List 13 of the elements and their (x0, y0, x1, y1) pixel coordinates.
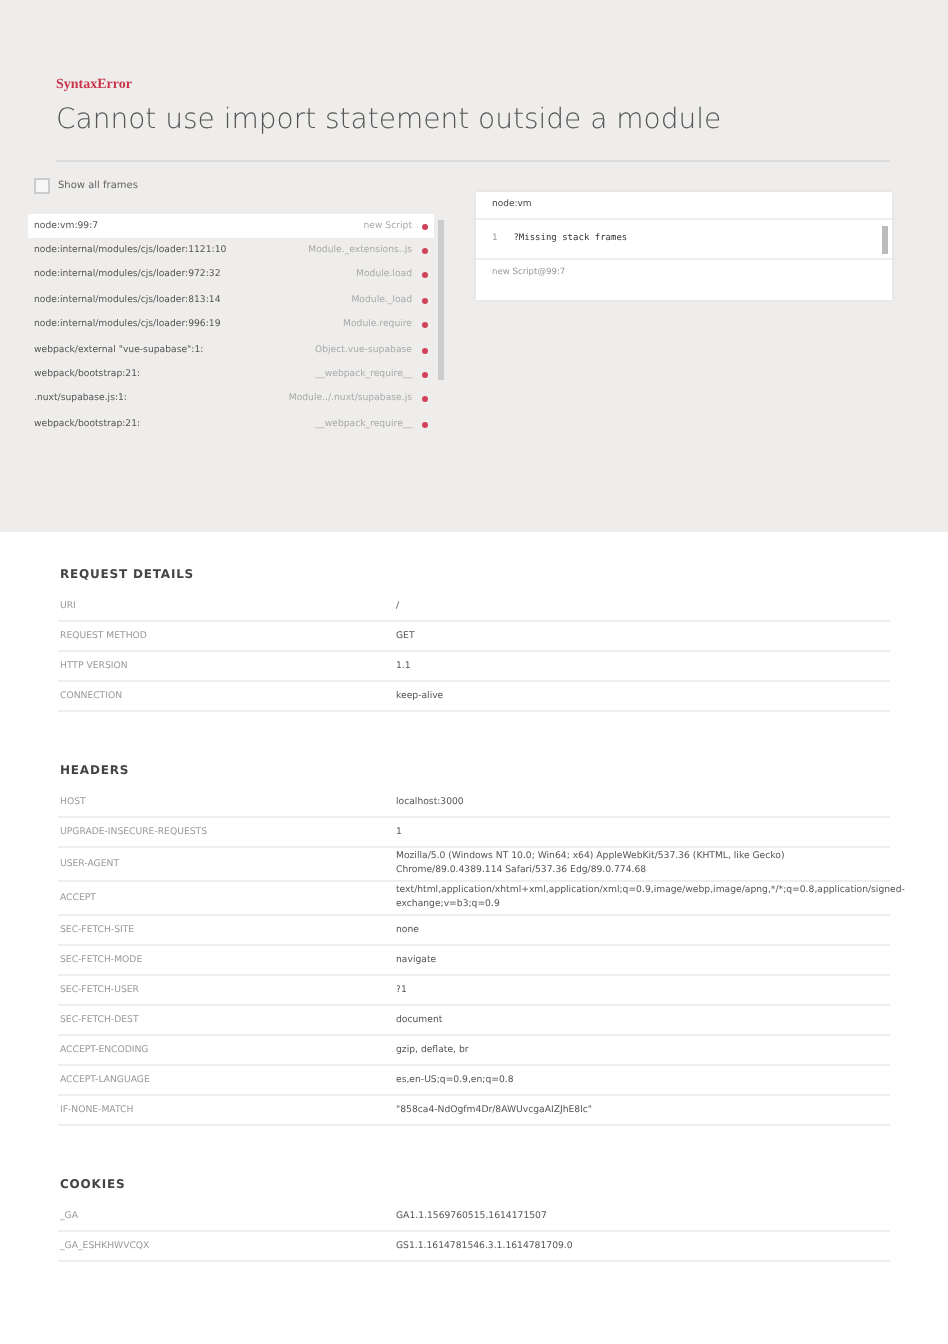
frame-dot (422, 322, 428, 329)
frame-dot (422, 347, 428, 354)
frame-dot (422, 248, 428, 255)
frame-dot (422, 372, 428, 379)
checkbox[interactable] (34, 178, 50, 194)
frame-dot (422, 421, 428, 428)
frame-dot (422, 272, 428, 279)
frame-dot (422, 223, 428, 230)
scrollbar[interactable] (438, 220, 444, 380)
frame-dot (422, 396, 428, 403)
error-message: Cannot use import statement outside a module (56, 104, 724, 136)
scrollbar[interactable] (882, 226, 888, 254)
frame-dot (422, 297, 428, 304)
